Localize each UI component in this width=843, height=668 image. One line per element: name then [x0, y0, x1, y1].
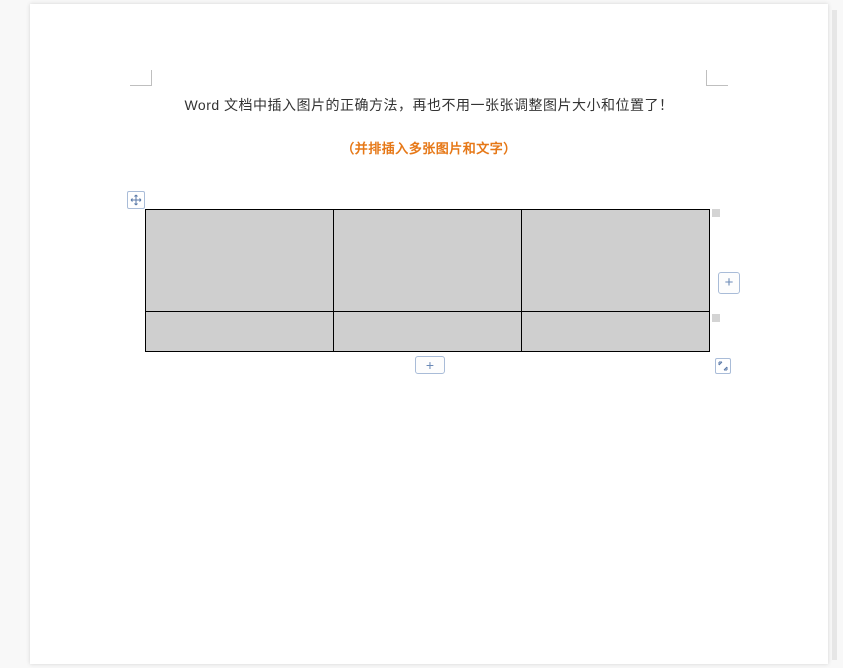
document-page[interactable]: Word 文档中插入图片的正确方法，再也不用一张张调整图片大小和位置了！ （并排… [30, 4, 828, 664]
add-row-button[interactable]: + [415, 356, 445, 374]
page-shadow [832, 10, 837, 660]
column-selector-marker[interactable] [712, 314, 720, 322]
table-row[interactable] [146, 210, 710, 312]
table-cell[interactable] [146, 312, 334, 352]
document-title: Word 文档中插入图片的正确方法，再也不用一张张调整图片大小和位置了！ [30, 95, 828, 115]
margin-marker-top-left [130, 70, 152, 86]
table-cell[interactable] [146, 210, 334, 312]
table-move-handle-icon[interactable] [127, 191, 145, 209]
document-subtitle: （并排插入多张图片和文字） [30, 138, 828, 157]
table-resize-handle-icon[interactable] [715, 358, 731, 374]
table-cell[interactable] [334, 210, 522, 312]
table-row[interactable] [146, 312, 710, 352]
column-selector-marker[interactable] [712, 209, 720, 217]
add-column-button[interactable]: + [718, 272, 740, 294]
table-cell[interactable] [522, 210, 710, 312]
inserted-table[interactable] [145, 209, 710, 352]
margin-marker-top-right [706, 70, 728, 86]
table-cell[interactable] [522, 312, 710, 352]
editor-workspace: Word 文档中插入图片的正确方法，再也不用一张张调整图片大小和位置了！ （并排… [0, 0, 843, 668]
table-cell[interactable] [334, 312, 522, 352]
